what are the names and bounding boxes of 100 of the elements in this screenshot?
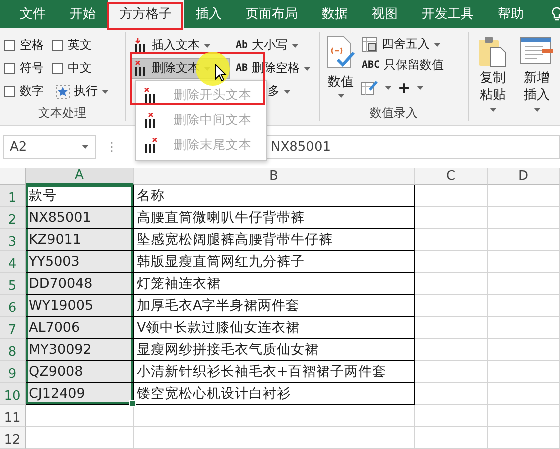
table-cell: NX85001: [26, 207, 134, 229]
row-header[interactable]: 9: [0, 361, 26, 383]
caret-icon: [416, 86, 424, 90]
table-cell: 名称: [134, 185, 415, 207]
row-header[interactable]: 7: [0, 317, 26, 339]
table-cell: [488, 383, 560, 405]
row-header[interactable]: 11: [0, 405, 26, 427]
caret-icon: [284, 90, 291, 94]
checkbox[interactable]: [52, 63, 63, 74]
caret-icon: [292, 44, 300, 48]
table-cell: 坠感宽松阔腿裤高腰背带牛仔裤: [134, 229, 415, 251]
fill-handle[interactable]: [129, 400, 136, 407]
number-button[interactable]: 数值: [324, 34, 358, 105]
ribbon-tab[interactable]: 数据: [310, 0, 360, 28]
percent-grid-icon: [362, 36, 378, 52]
table-cell: [488, 427, 560, 449]
insert-text-icon: [134, 38, 148, 53]
ribbon-button[interactable]: 多: [264, 81, 295, 102]
table-cell: 灯笼袖连衣裙: [134, 273, 415, 295]
table-cell: 高腰直筒微喇叭牛仔背带裤: [134, 207, 415, 229]
table-cell: [488, 273, 560, 295]
checkbox-label: 空格: [20, 37, 44, 54]
execute-button[interactable]: 执行: [52, 81, 113, 102]
plus-icon[interactable]: +: [398, 78, 411, 96]
table-cell: WY19005: [26, 295, 134, 317]
checkbox-label: 英文: [68, 37, 92, 54]
row-header[interactable]: 1: [0, 185, 26, 207]
ribbon-button[interactable]: 新增插入: [517, 34, 557, 121]
ribbon-tab[interactable]: 方方格子: [108, 0, 184, 28]
ribbon-tab[interactable]: 文件: [8, 0, 58, 28]
column-header[interactable]: A: [26, 168, 134, 185]
table-cell: 加厚毛衣A字半身裙两件套: [134, 295, 415, 317]
caret-icon: [434, 42, 441, 46]
delete-text-icon: [144, 138, 158, 153]
delete-text-icon: [144, 113, 158, 128]
ribbon-tab[interactable]: 插入: [184, 0, 234, 28]
column-header[interactable]: D: [488, 168, 560, 185]
column-header[interactable]: B: [134, 168, 415, 185]
edit-grid-icon[interactable]: [361, 80, 379, 96]
row-header[interactable]: 6: [0, 295, 26, 317]
clipboard-icon: [477, 36, 509, 68]
caret-icon: [102, 90, 109, 94]
ribbon-button[interactable]: ABC 只保留数值: [358, 55, 448, 76]
ribbon-button[interactable]: 插入文本: [130, 35, 230, 56]
caret-icon: [490, 108, 496, 112]
row-header[interactable]: 2: [0, 207, 26, 229]
checkbox[interactable]: [4, 86, 15, 97]
row-header[interactable]: 8: [0, 339, 26, 361]
table-cell: [488, 185, 560, 207]
caret-icon: [338, 94, 344, 98]
row-header[interactable]: 10: [0, 383, 26, 405]
table-cell: MY30092: [26, 339, 134, 361]
table-cell: AL7006: [26, 317, 134, 339]
table-cell: V领中长款过膝仙女连衣裙: [134, 317, 415, 339]
caret-icon: [304, 66, 312, 70]
table-cell: [488, 317, 560, 339]
lightbulb-icon[interactable]: [552, 7, 560, 22]
column-header[interactable]: C: [415, 168, 488, 185]
delete-text-icon: [144, 88, 158, 103]
table-cell: QZ9008: [26, 361, 134, 383]
table-cell: 韩版显瘦直筒网红九分裤子: [134, 251, 415, 273]
row-header[interactable]: 3: [0, 229, 26, 251]
row-header[interactable]: 4: [0, 251, 26, 273]
table-cell: [488, 361, 560, 383]
group-label: 数值录入: [369, 105, 419, 121]
table-cell: 小清新针织衫长袖毛衣+百褶裙子两件套: [134, 361, 415, 383]
table-cell: [488, 229, 560, 251]
ribbon-tab[interactable]: 页面布局: [234, 0, 310, 28]
table-cell: 显瘦网纱拼接毛衣气质仙女裙: [134, 339, 415, 361]
checkbox-label: 数字: [20, 83, 44, 100]
ribbon-tab[interactable]: 开发工具: [410, 0, 486, 28]
caret-icon: [204, 44, 211, 48]
group-label: 文本处理: [38, 105, 88, 121]
ribbon-button[interactable]: Ab 大小写: [232, 35, 316, 56]
ribbon-tab[interactable]: 开始: [58, 0, 108, 28]
ribbon-tab[interactable]: 视图: [360, 0, 410, 28]
table-cell: [488, 207, 560, 229]
table-cell: YY5003: [26, 251, 134, 273]
checkbox[interactable]: [4, 63, 15, 74]
ribbon-button[interactable]: 四舍五入: [358, 34, 448, 55]
checkbox[interactable]: [52, 40, 63, 51]
table-cell: 镂空宽松心机设计白衬衫: [134, 383, 415, 405]
star-icon: [56, 84, 70, 98]
name-box[interactable]: A2: [3, 135, 96, 159]
table-cell: 款号: [26, 185, 134, 207]
table-cell: DD70048: [26, 273, 134, 295]
caret-icon: [82, 145, 89, 149]
caret-icon: [385, 86, 392, 90]
checkbox-label: 符号: [20, 60, 44, 77]
checkbox[interactable]: [4, 40, 15, 51]
table-cell: CJ12409: [26, 383, 134, 405]
ribbon-tab[interactable]: 帮助: [486, 0, 536, 28]
document-check-icon: [326, 36, 356, 70]
ribbon-button[interactable]: 复制粘贴: [473, 34, 513, 121]
caret-icon: [534, 108, 540, 112]
table-cell: [488, 251, 560, 273]
table-cell: KZ9011: [26, 229, 134, 251]
row-header[interactable]: 12: [0, 427, 26, 449]
checkbox-label: 中文: [68, 60, 92, 77]
row-header[interactable]: 5: [0, 273, 26, 295]
